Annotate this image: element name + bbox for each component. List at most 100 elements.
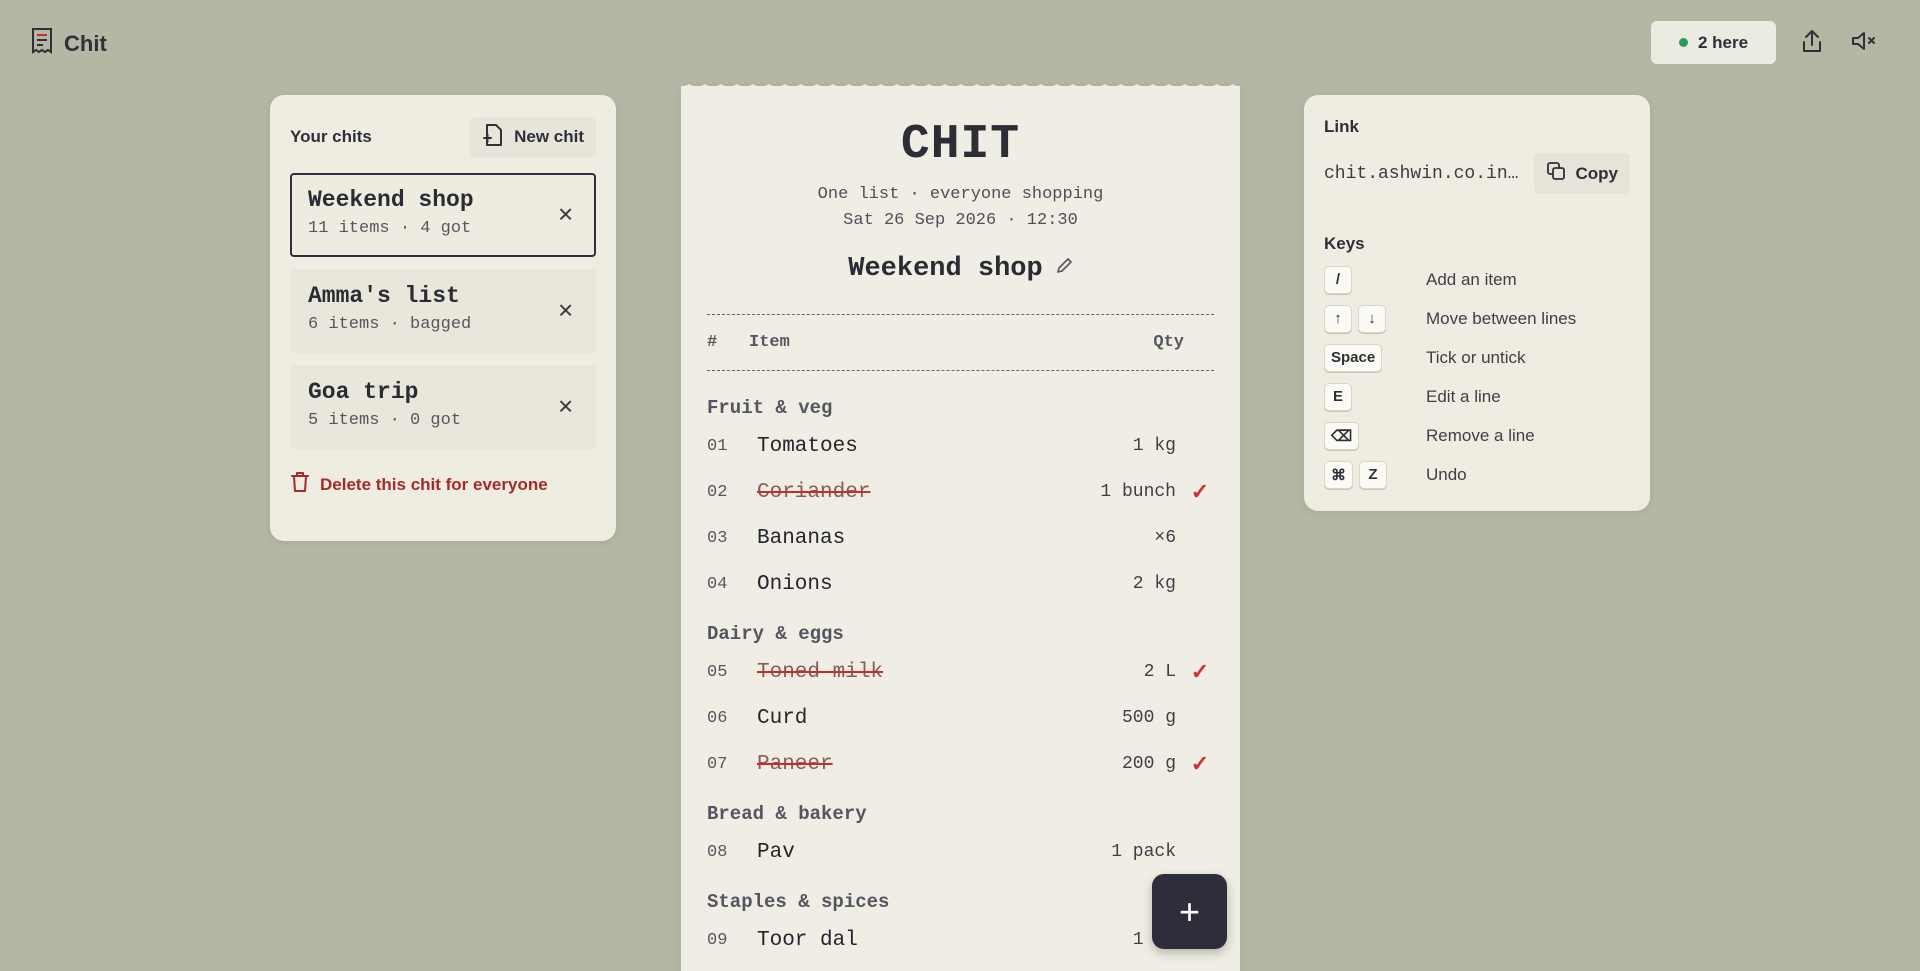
list-item[interactable]: 04 Onions 2 kg bbox=[681, 561, 1240, 607]
chit-item-meta: 11 items · 4 got bbox=[308, 219, 472, 238]
pencil-icon[interactable] bbox=[1055, 254, 1073, 284]
receipt-subtitle: One list · everyone shopping bbox=[817, 185, 1104, 204]
presence-label: 2 here bbox=[1697, 32, 1749, 52]
receipt: CHIT One list · everyone shopping Sat 26… bbox=[681, 86, 1240, 971]
shortcut-desc: Undo bbox=[1426, 464, 1467, 484]
delete-chit-button[interactable]: Delete this chit for everyone bbox=[290, 471, 596, 498]
key-cap: / bbox=[1324, 265, 1352, 294]
receipt-datetime: Sat 26 Sep 2026 · 12:30 bbox=[843, 211, 1078, 230]
item-qty: 2 kg bbox=[1132, 574, 1176, 594]
item-name: Toned milk bbox=[757, 660, 884, 684]
list-item[interactable]: 02 Coriander 1 bunch ✓ bbox=[681, 469, 1240, 515]
copy-link-button[interactable]: Copy bbox=[1533, 153, 1630, 194]
list-item[interactable]: 08 Pav 1 pack bbox=[681, 829, 1240, 875]
item-name: Curd bbox=[757, 706, 808, 730]
key-cap: E bbox=[1324, 382, 1352, 411]
shortcut-row: Space Tick or untick bbox=[1324, 338, 1630, 377]
item-name: Tomatoes bbox=[757, 434, 858, 458]
chit-item-meta: 6 items · bagged bbox=[308, 315, 472, 334]
arrow-down-icon: ↓ bbox=[1358, 304, 1386, 333]
item-qty: 200 g bbox=[1121, 754, 1176, 774]
chit-item-weekend-shop[interactable]: Weekend shop 11 items · 4 got ✕ bbox=[290, 173, 596, 257]
item-qty: 2 L bbox=[1143, 662, 1176, 682]
keys-label: Keys bbox=[1324, 234, 1365, 253]
new-chit-label: New chit bbox=[514, 127, 584, 146]
chits-panel: Your chits New chit Weekend shop 11 item… bbox=[270, 95, 616, 541]
column-qty: Qty bbox=[1153, 333, 1184, 352]
item-number: 05 bbox=[707, 662, 728, 682]
column-num: # bbox=[707, 333, 718, 352]
key-cap: Space bbox=[1324, 343, 1383, 372]
chit-item-meta: 5 items · 0 got bbox=[308, 411, 462, 430]
item-name: Paneer bbox=[757, 752, 833, 776]
list-item[interactable]: 05 Toned milk 2 L ✓ bbox=[681, 649, 1240, 695]
item-name: Bananas bbox=[757, 526, 846, 550]
item-number: 06 bbox=[707, 708, 728, 728]
item-number: 01 bbox=[707, 436, 728, 456]
close-icon[interactable]: ✕ bbox=[557, 395, 574, 420]
arrow-up-icon: ↑ bbox=[1324, 304, 1352, 333]
check-icon: ✓ bbox=[1190, 479, 1210, 504]
list-item[interactable]: 06 Curd 500 g bbox=[681, 695, 1240, 741]
list-name: Weekend shop bbox=[848, 254, 1043, 284]
shortcut-row: E Edit a line bbox=[1324, 377, 1630, 416]
shortcut-desc: Remove a line bbox=[1426, 425, 1535, 445]
shortcut-row: ⌘ Z Undo bbox=[1324, 455, 1630, 494]
plus-icon: + bbox=[1178, 890, 1201, 932]
app-brand[interactable]: Chit bbox=[30, 27, 107, 60]
new-doc-icon bbox=[482, 123, 504, 152]
item-name: Toor dal bbox=[757, 928, 858, 952]
chit-item-goa-trip[interactable]: Goa trip 5 items · 0 got ✕ bbox=[290, 365, 596, 449]
shortcut-desc: Add an item bbox=[1426, 269, 1517, 289]
shortcut-row: ↑ ↓ Move between lines bbox=[1324, 299, 1630, 338]
link-label: Link bbox=[1324, 117, 1359, 136]
mute-button[interactable] bbox=[1849, 28, 1879, 58]
item-name: Coriander bbox=[757, 480, 871, 504]
copy-icon bbox=[1546, 161, 1566, 186]
item-number: 07 bbox=[707, 754, 728, 774]
key-cap: Z bbox=[1359, 460, 1387, 489]
section-dairy-eggs: Dairy & eggs bbox=[707, 623, 844, 645]
shortcut-desc: Tick or untick bbox=[1426, 347, 1526, 367]
list-name-row[interactable]: Weekend shop bbox=[681, 254, 1240, 284]
item-qty: 1 kg bbox=[1132, 436, 1176, 456]
receipt-title: CHIT bbox=[900, 118, 1021, 172]
trash-icon bbox=[290, 471, 310, 498]
chit-item-name: Weekend shop bbox=[308, 187, 474, 213]
section-bread-bakery: Bread & bakery bbox=[707, 803, 867, 825]
check-icon: ✓ bbox=[1190, 659, 1210, 684]
shortcut-desc: Edit a line bbox=[1426, 386, 1501, 406]
section-fruit-veg: Fruit & veg bbox=[707, 397, 833, 419]
list-item[interactable]: 07 Paneer 200 g ✓ bbox=[681, 741, 1240, 787]
item-number: 03 bbox=[707, 528, 728, 548]
list-item[interactable]: 01 Tomatoes 1 kg bbox=[681, 423, 1240, 469]
list-item[interactable]: 03 Bananas ×6 bbox=[681, 515, 1240, 561]
chits-panel-title: Your chits bbox=[290, 127, 372, 146]
app-name: Chit bbox=[64, 30, 107, 56]
share-panel: Link chit.ashwin.co.in/weekend-shop Copy… bbox=[1304, 95, 1650, 511]
close-icon[interactable]: ✕ bbox=[557, 299, 574, 324]
chit-item-ammas-list[interactable]: Amma's list 6 items · bagged ✕ bbox=[290, 269, 596, 353]
share-icon bbox=[1800, 28, 1824, 59]
column-item: Item bbox=[749, 333, 790, 352]
add-item-button[interactable]: + bbox=[1152, 874, 1227, 949]
chit-item-name: Goa trip bbox=[308, 379, 419, 405]
backspace-icon: ⌫ bbox=[1324, 421, 1360, 450]
item-number: 02 bbox=[707, 482, 728, 502]
presence-badge[interactable]: 2 here bbox=[1651, 21, 1776, 64]
item-name: Onions bbox=[757, 572, 833, 596]
item-number: 09 bbox=[707, 930, 728, 950]
command-icon: ⌘ bbox=[1324, 460, 1353, 489]
share-button[interactable] bbox=[1797, 28, 1827, 58]
close-icon[interactable]: ✕ bbox=[557, 203, 574, 228]
item-qty: 1 pack bbox=[1111, 842, 1176, 862]
delete-chit-label: Delete this chit for everyone bbox=[320, 474, 548, 494]
check-icon: ✓ bbox=[1190, 751, 1210, 776]
item-qty: 500 g bbox=[1121, 708, 1176, 728]
item-qty: 1 bunch bbox=[1100, 482, 1176, 502]
copy-label: Copy bbox=[1575, 163, 1619, 183]
item-number: 04 bbox=[707, 574, 728, 594]
chit-item-name: Amma's list bbox=[308, 283, 460, 309]
share-url[interactable]: chit.ashwin.co.in/weekend-shop bbox=[1324, 164, 1522, 184]
new-chit-button[interactable]: New chit bbox=[470, 116, 596, 158]
